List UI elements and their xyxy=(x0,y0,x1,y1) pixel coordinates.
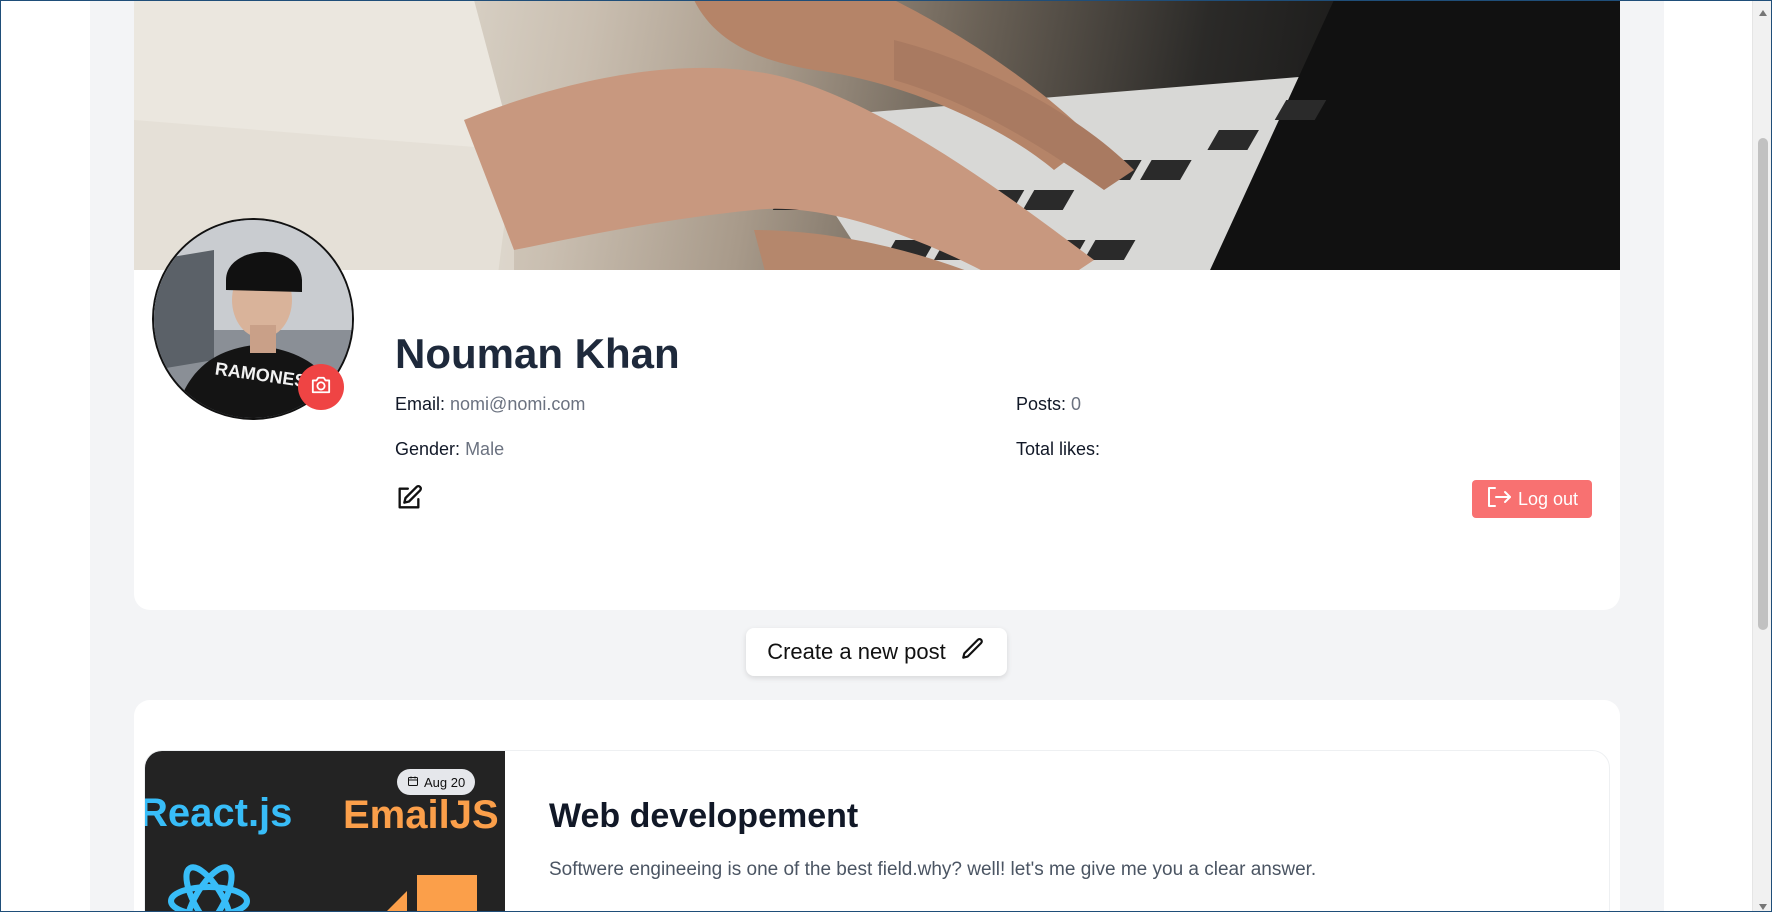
scroll-up-arrow-icon[interactable] xyxy=(1758,4,1768,22)
gender-value: Male xyxy=(465,439,505,459)
edit-icon xyxy=(395,485,423,516)
post-excerpt: Softwere engineeing is one of the best f… xyxy=(549,859,1317,880)
profile-name: Nouman Khan xyxy=(395,330,680,377)
email-value: nomi@nomi.com xyxy=(450,394,586,414)
total-likes-row: Total likes: xyxy=(1016,439,1100,460)
posts-count-row: Posts: 0 xyxy=(1016,394,1081,415)
edit-profile-button[interactable] xyxy=(395,484,423,517)
camera-icon xyxy=(310,375,332,400)
gender-row: Gender: Male xyxy=(395,439,504,460)
gender-label: Gender: xyxy=(395,439,461,459)
create-post-label: Create a new post xyxy=(767,639,946,664)
logout-label: Log out xyxy=(1517,488,1579,509)
posts-value: 0 xyxy=(1071,394,1082,414)
vertical-scrollbar[interactable] xyxy=(1752,0,1772,912)
cover-photo xyxy=(134,0,1620,305)
change-avatar-button[interactable] xyxy=(298,364,344,410)
post-card[interactable]: React.js EmailJS Aug 20 Web developement… xyxy=(144,750,1610,912)
scrollbar-thumb[interactable] xyxy=(1758,138,1768,630)
pencil-icon xyxy=(960,636,986,668)
logout-icon xyxy=(1486,486,1512,513)
create-post-button[interactable]: Create a new post xyxy=(746,628,1007,676)
cover-illustration xyxy=(134,0,1620,305)
profile-card xyxy=(134,270,1620,610)
logout-button[interactable]: Log out xyxy=(1472,480,1592,518)
calendar-icon xyxy=(407,775,419,790)
post-date: Aug 20 xyxy=(424,774,466,790)
post-title[interactable]: Web developement xyxy=(549,797,858,836)
posts-label: Posts: xyxy=(1016,394,1067,414)
post-thumbnail: React.js EmailJS Aug 20 xyxy=(145,751,505,911)
email-row: Email: nomi@nomi.com xyxy=(395,394,585,415)
likes-label: Total likes: xyxy=(1016,439,1101,459)
email-label: Email: xyxy=(395,394,446,414)
post-date-badge: Aug 20 xyxy=(397,769,476,795)
scroll-down-arrow-icon[interactable] xyxy=(1758,898,1768,912)
